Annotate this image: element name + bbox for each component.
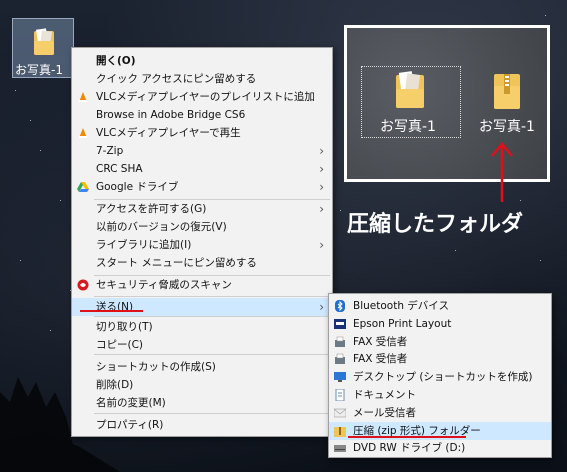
menu-item-2[interactable]: クイック アクセスにピン留めする	[72, 70, 332, 88]
menu-item-14[interactable]: 送る(N) ›	[72, 298, 332, 316]
bluetooth-icon	[334, 300, 346, 312]
menu-item-label: 7-Zip	[96, 145, 124, 157]
chevron-right-icon: ›	[319, 202, 324, 216]
menu-item-label: プロパティ(R)	[96, 419, 164, 431]
vlc-icon	[77, 91, 89, 103]
chevron-right-icon: ›	[319, 238, 324, 252]
menu-item-label: 開く(O)	[96, 55, 136, 67]
security-scan-icon	[77, 279, 89, 291]
menu-item-label: VLCメディアプレイヤーで再生	[96, 127, 241, 139]
menu-item-label: クイック アクセスにピン留めする	[96, 73, 257, 85]
zip-folder-icon	[334, 425, 346, 437]
epson-icon	[334, 318, 346, 330]
sendto-item-5[interactable]: デスクトップ (ショートカットを作成)	[329, 368, 551, 386]
menu-item-label: アクセスを許可する(G)	[96, 203, 207, 215]
chevron-right-icon: ›	[319, 180, 324, 194]
menu-item-label: 削除(D)	[96, 379, 134, 391]
dvd-drive-icon	[334, 442, 346, 454]
chevron-right-icon: ›	[319, 162, 324, 176]
sendto-item-label: DVD RW ドライブ (D:)	[353, 442, 466, 455]
google-drive-icon	[77, 181, 89, 193]
menu-separator	[94, 316, 330, 317]
up-arrow-icon	[491, 142, 513, 202]
menu-item-6[interactable]: 7-Zip ›	[72, 142, 332, 160]
sendto-item-label: FAX 受信者	[353, 353, 408, 366]
menu-item-label: 名前の変更(M)	[96, 397, 166, 409]
desktop-folder-icon[interactable]: お写真-1	[12, 18, 74, 78]
sendto-item-label: メール受信者	[353, 406, 416, 419]
menu-item-5[interactable]: VLCメディアプレイヤーで再生	[72, 124, 332, 142]
compressed-folder-preview: お写真-1 お写真-1	[344, 25, 550, 182]
sendto-item-label: Epson Print Layout	[353, 317, 452, 330]
sendto-item-label: デスクトップ (ショートカットを作成)	[353, 371, 533, 384]
menu-item-15[interactable]: 切り取り(T)	[72, 318, 332, 336]
photo-folder-icon	[34, 28, 54, 55]
menu-separator	[94, 413, 330, 414]
fax-icon	[334, 353, 346, 365]
menu-item-20[interactable]: プロパティ(R)	[72, 416, 332, 434]
chevron-right-icon: ›	[319, 300, 324, 314]
desktop-icon	[334, 371, 346, 383]
menu-item-9[interactable]: アクセスを許可する(G) ›	[72, 200, 332, 218]
annotation-caption: 圧縮したフォルダ	[347, 212, 524, 237]
menu-item-label: Google ドライブ	[96, 181, 179, 193]
vlc-icon	[77, 127, 89, 139]
sendto-item-3[interactable]: FAX 受信者	[329, 333, 551, 351]
context-menu: 開く(O) クイック アクセスにピン留めする VLCメディアプレイヤーのプレイリスト…	[71, 47, 333, 437]
sendto-underline	[80, 310, 143, 312]
document-icon	[334, 388, 346, 402]
sendto-item-label: FAX 受信者	[353, 335, 408, 348]
menu-item-10[interactable]: 以前のバージョンの復元(V)	[72, 218, 332, 236]
menu-item-label: ライブラリに追加(I)	[96, 239, 192, 251]
sendto-item-2[interactable]: Epson Print Layout	[329, 315, 551, 333]
menu-item-3[interactable]: VLCメディアプレイヤーのプレイリストに追加	[72, 88, 332, 106]
sendto-item-label: ドキュメント	[353, 389, 416, 401]
sendto-item-label: Bluetooth デバイス	[353, 300, 449, 312]
menu-item-label: スタート メニューにピン留めする	[96, 257, 257, 269]
menu-item-label: コピー(C)	[96, 339, 144, 351]
menu-item-7[interactable]: CRC SHA ›	[72, 160, 332, 178]
sendto-item-1[interactable]: Bluetooth デバイス	[329, 297, 551, 315]
menu-item-17[interactable]: ショートカットの作成(S)	[72, 358, 332, 376]
menu-item-label: セキュリティ脅威のスキャン	[96, 279, 232, 291]
menu-item-4[interactable]: Browse in Adobe Bridge CS6	[72, 106, 332, 124]
sendto-item-9[interactable]: DVD RW ドライブ (D:)	[329, 439, 551, 457]
menu-separator	[94, 354, 330, 355]
zip-folder-icon	[494, 74, 520, 109]
menu-item-label: Browse in Adobe Bridge CS6	[96, 109, 246, 121]
menu-item-label: ショートカットの作成(S)	[96, 361, 216, 373]
menu-item-8[interactable]: Google ドライブ ›	[72, 178, 332, 196]
menu-item-label: VLCメディアプレイヤーのプレイリストに追加	[96, 91, 315, 103]
sendto-item-7[interactable]: メール受信者	[329, 404, 551, 422]
sendto-item-6[interactable]: ドキュメント	[329, 386, 551, 404]
zip-folder-label: お写真-1	[479, 119, 535, 135]
desktop-icon-label: お写真-1	[15, 63, 63, 77]
sendto-submenu: Bluetooth デバイス Epson Print Layout FAX 受信者 F…	[328, 293, 552, 458]
zip-underline	[348, 436, 466, 438]
menu-item-11[interactable]: ライブラリに追加(I) ›	[72, 236, 332, 254]
menu-item-13[interactable]: セキュリティ脅威のスキャン	[72, 276, 332, 294]
fax-icon	[334, 336, 346, 348]
menu-item-label: 送る(N)	[96, 301, 134, 313]
chevron-right-icon: ›	[319, 144, 324, 158]
menu-item-label: CRC SHA	[96, 163, 143, 175]
photo-folder-icon	[396, 71, 424, 108]
menu-item-label: 切り取り(T)	[96, 321, 153, 333]
menu-item-12[interactable]: スタート メニューにピン留めする	[72, 254, 332, 272]
menu-item-18[interactable]: 削除(D)	[72, 376, 332, 394]
menu-item-19[interactable]: 名前の変更(M)	[72, 394, 332, 412]
menu-item-label: 以前のバージョンの復元(V)	[96, 221, 227, 233]
menu-separator	[94, 296, 330, 297]
mail-icon	[333, 407, 347, 419]
menu-item-16[interactable]: コピー(C)	[72, 336, 332, 354]
menu-item-1[interactable]: 開く(O)	[72, 52, 332, 70]
folder-label: お写真-1	[380, 119, 436, 135]
sendto-item-4[interactable]: FAX 受信者	[329, 350, 551, 368]
